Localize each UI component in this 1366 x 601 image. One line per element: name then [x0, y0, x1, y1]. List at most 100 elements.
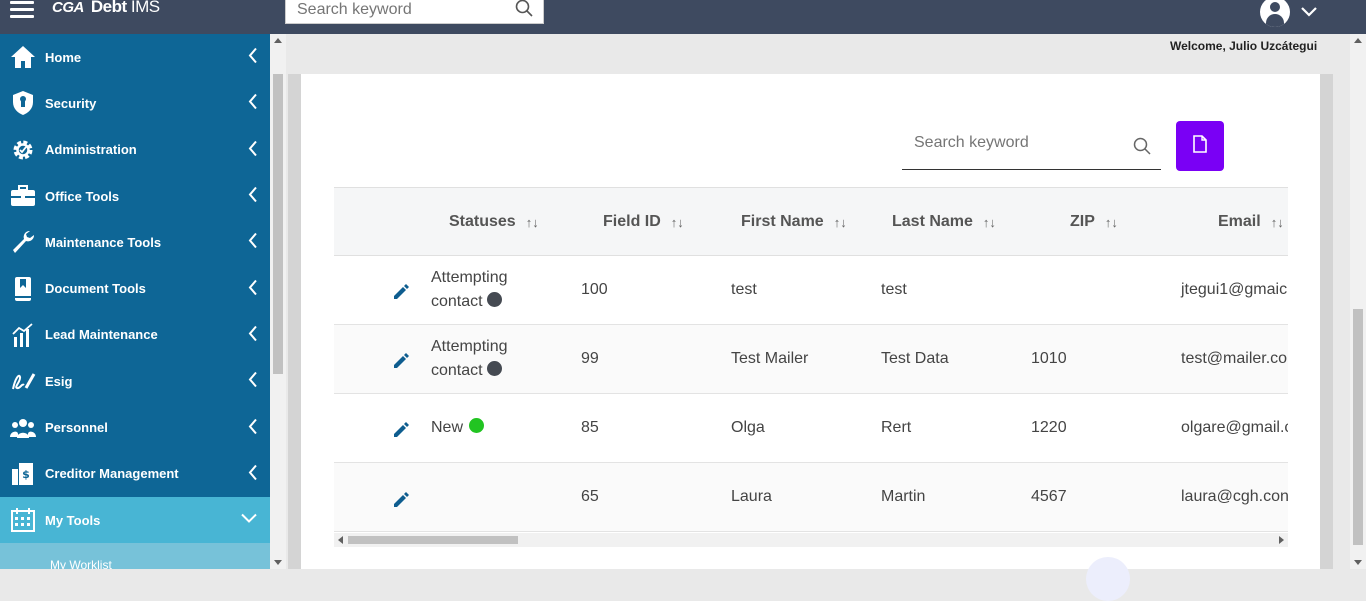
- my-tools-submenu: My Worklist: [0, 543, 270, 569]
- column-header-label: Email: [1218, 213, 1261, 230]
- table-search-input[interactable]: [914, 134, 1124, 152]
- sidebar-item-personnel[interactable]: Personnel: [0, 404, 270, 450]
- table-scroll-thumb[interactable]: [348, 536, 518, 544]
- column-header-label: Field ID: [603, 213, 661, 230]
- main-scrollbar[interactable]: [1350, 34, 1366, 569]
- column-header-zip[interactable]: ZIP ↑↓: [1070, 213, 1118, 231]
- edit-pencil-icon[interactable]: [392, 491, 410, 514]
- chevron-left-icon: [248, 279, 258, 298]
- building-dollar-icon: $: [9, 460, 37, 488]
- app-logo[interactable]: CGA Debt IMS: [52, 0, 160, 17]
- briefcase-icon: [9, 182, 37, 210]
- chevron-left-icon: [248, 94, 258, 113]
- edit-pencil-icon[interactable]: [392, 421, 410, 444]
- column-header-first-name[interactable]: First Name ↑↓: [741, 213, 847, 231]
- edit-pencil-icon[interactable]: [392, 352, 410, 375]
- scroll-down-arrow-icon[interactable]: [274, 560, 282, 565]
- first-name-cell: Olga: [731, 419, 765, 436]
- status-text-line1: Attempting: [431, 269, 508, 286]
- table-row[interactable]: 65 Laura Martin 4567 laura@cgh.con: [334, 463, 1288, 532]
- calendar-icon: [9, 506, 37, 534]
- sidebar-item-security[interactable]: Security: [0, 80, 270, 126]
- sidebar-scroll-thumb[interactable]: [273, 74, 283, 374]
- scroll-left-arrow-icon[interactable]: [338, 536, 343, 544]
- field-id-cell: 85: [581, 419, 599, 436]
- sidebar-item-label: Personnel: [45, 420, 108, 436]
- sidebar-item-creditor-management[interactable]: $ Creditor Management: [0, 451, 270, 497]
- last-name-cell: Test Data: [881, 350, 949, 367]
- table-row[interactable]: New 85 Olga Rert 1220 olgare@gmail.c: [334, 394, 1288, 463]
- sort-icon[interactable]: ↑↓: [983, 215, 996, 230]
- edit-pencil-icon[interactable]: [392, 283, 410, 306]
- sidebar-item-label: My Tools: [45, 512, 101, 528]
- scroll-up-arrow-icon[interactable]: [274, 38, 282, 43]
- sort-icon[interactable]: ↑↓: [671, 215, 684, 230]
- sidebar-item-home[interactable]: Home: [0, 34, 270, 80]
- last-name-cell: Rert: [881, 419, 912, 436]
- main-scroll-thumb[interactable]: [1353, 309, 1363, 545]
- scroll-right-arrow-icon[interactable]: [1279, 536, 1284, 544]
- sort-icon[interactable]: ↑↓: [526, 215, 539, 230]
- chevron-down-icon[interactable]: [1300, 5, 1318, 24]
- email-cell: olgare@gmail.c: [1181, 419, 1288, 436]
- status-text-line1: New: [431, 419, 464, 436]
- first-name-cell: test: [731, 281, 757, 298]
- email-cell: test@mailer.co: [1181, 350, 1288, 367]
- email-cell: laura@cgh.con: [1181, 488, 1288, 505]
- sidebar-item-label: Lead Maintenance: [45, 327, 158, 343]
- sidebar-item-label: Maintenance Tools: [45, 234, 162, 250]
- column-header-email[interactable]: Email ↑↓: [1218, 213, 1284, 231]
- chevron-down-icon: [240, 513, 258, 528]
- wrench-icon: [9, 228, 37, 256]
- field-id-cell: 65: [581, 488, 599, 505]
- sort-icon[interactable]: ↑↓: [834, 215, 847, 230]
- top-search-input[interactable]: [286, 0, 506, 20]
- shield-icon: [9, 89, 37, 117]
- logo-mark: CGA: [52, 0, 84, 16]
- zip-cell: 4567: [1031, 488, 1067, 505]
- chevron-left-icon: [248, 47, 258, 67]
- last-name-cell: test: [881, 281, 907, 298]
- hamburger-menu-icon[interactable]: [10, 1, 34, 21]
- sidebar-item-maintenance-tools[interactable]: Maintenance Tools: [0, 219, 270, 265]
- chevron-left-icon: [248, 233, 258, 252]
- export-file-button[interactable]: [1176, 121, 1224, 171]
- column-header-last-name[interactable]: Last Name ↑↓: [892, 213, 996, 231]
- pagination-button[interactable]: [1086, 557, 1130, 601]
- search-icon[interactable]: [1133, 137, 1151, 160]
- status-dot: [469, 418, 485, 433]
- sidebar-item-lead-maintenance[interactable]: Lead Maintenance: [0, 312, 270, 358]
- sidebar: Home Security Administration Office Tool…: [0, 34, 270, 569]
- worklist-table: Statuses ↑↓ Field ID ↑↓ First Name ↑↓ Last …: [334, 187, 1288, 547]
- sidebar-item-esig[interactable]: Esig: [0, 358, 270, 404]
- table-row[interactable]: Attempting contact 100 test test jtegui1…: [334, 256, 1288, 325]
- column-header-field-id[interactable]: Field ID ↑↓: [603, 213, 684, 231]
- sidebar-item-label: Document Tools: [45, 281, 146, 297]
- sort-icon[interactable]: ↑↓: [1271, 215, 1284, 230]
- chevron-left-icon: [248, 186, 258, 206]
- column-header-label: Last Name: [892, 213, 973, 230]
- sort-icon[interactable]: ↑↓: [1105, 215, 1118, 230]
- sidebar-subitem-my-worklist[interactable]: My Worklist: [0, 543, 270, 569]
- sidebar-item-administration[interactable]: Administration: [0, 127, 270, 173]
- top-bar: CGA Debt IMS: [0, 0, 1366, 34]
- file-icon: [1193, 134, 1207, 158]
- scroll-up-arrow-icon[interactable]: [1354, 38, 1362, 43]
- sidebar-item-label: Security: [45, 95, 97, 111]
- status-dot: [486, 361, 502, 376]
- sidebar-item-label: Office Tools: [45, 188, 120, 204]
- user-avatar-icon[interactable]: [1260, 0, 1290, 27]
- search-icon[interactable]: [515, 0, 533, 22]
- sidebar-item-office-tools[interactable]: Office Tools: [0, 173, 270, 219]
- table-row[interactable]: Attempting contact 99 Test Mailer Test D…: [334, 325, 1288, 394]
- status-cell: Attempting contact: [431, 335, 507, 383]
- app-title-bold: Debt: [90, 0, 127, 16]
- scroll-down-arrow-icon[interactable]: [1354, 560, 1362, 565]
- table-horizontal-scrollbar[interactable]: [334, 533, 1288, 547]
- chevron-left-icon: [248, 464, 258, 483]
- column-header-statuses[interactable]: Statuses ↑↓: [449, 213, 539, 231]
- sidebar-scrollbar[interactable]: [270, 34, 286, 569]
- sidebar-item-label: Esig: [45, 373, 73, 389]
- sidebar-item-my-tools[interactable]: My Tools: [0, 496, 270, 544]
- sidebar-item-document-tools[interactable]: Document Tools: [0, 265, 270, 311]
